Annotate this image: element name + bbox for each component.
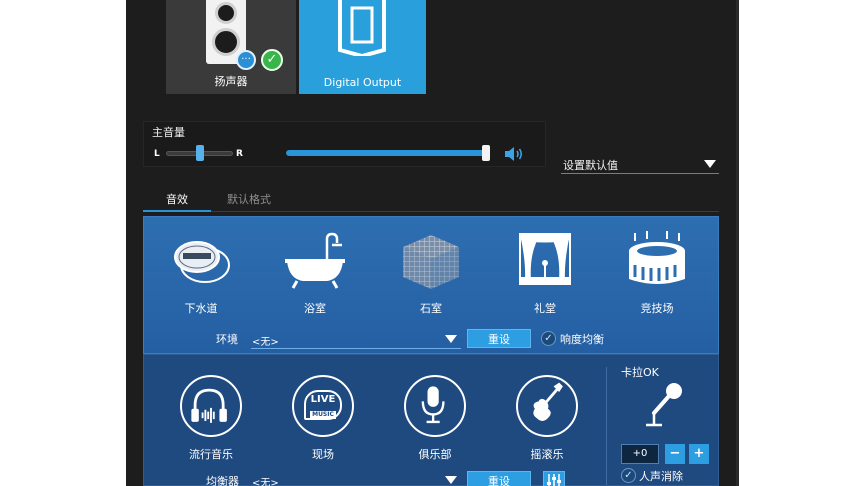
karaoke-key-plus-button[interactable]: + bbox=[689, 444, 709, 464]
headphones-icon bbox=[191, 388, 227, 423]
karaoke-divider bbox=[606, 367, 607, 485]
karaoke-microphone-icon bbox=[646, 383, 682, 427]
audio-manager-window: ··· ✓ 扬声器 Digital Output 主音量 L R 设置默认值 音… bbox=[126, 0, 739, 486]
environment-reset-button[interactable]: 重设 bbox=[467, 329, 531, 348]
music-rock[interactable]: 摇滚乐 bbox=[507, 375, 587, 462]
music-rock-label: 摇滚乐 bbox=[530, 448, 564, 461]
vocal-cancel-label: 人声消除 bbox=[639, 470, 683, 483]
loudness-equalization-checkbox[interactable]: ✓ bbox=[541, 331, 556, 346]
environment-sewer[interactable]: 下水道 bbox=[163, 231, 239, 315]
volume-slider-track[interactable] bbox=[286, 150, 488, 156]
equalizer-dropdown[interactable]: <无> bbox=[251, 472, 461, 486]
environment-dropdown-value: <无> bbox=[252, 337, 279, 348]
chevron-down-icon bbox=[445, 476, 457, 484]
environment-auditorium[interactable]: 礼堂 bbox=[507, 231, 583, 315]
window-right-edge bbox=[736, 0, 739, 486]
music-live[interactable]: LIVE MUSIC 现场 bbox=[283, 375, 363, 462]
karaoke-key-minus-button[interactable]: − bbox=[665, 444, 685, 464]
vocal-cancel-checkbox[interactable]: ✓ bbox=[621, 468, 636, 483]
environment-panel: 下水道 浴室 石室 礼堂 竞技场 环境 <无> 重设 ✓ 响度均衡 bbox=[143, 216, 719, 354]
environment-bathroom[interactable]: 浴室 bbox=[277, 231, 353, 315]
equalizer-label: 均衡器 bbox=[206, 475, 239, 486]
balance-left-label: L bbox=[154, 149, 160, 159]
device-tile-speaker[interactable]: ··· ✓ 扬声器 bbox=[166, 0, 296, 94]
volume-slider-thumb[interactable] bbox=[482, 145, 490, 161]
device-tile-digital-output[interactable]: Digital Output bbox=[299, 0, 426, 94]
chat-bubble-icon: ··· bbox=[236, 50, 256, 70]
environment-auditorium-label: 礼堂 bbox=[534, 302, 556, 315]
digital-output-icon bbox=[338, 0, 386, 56]
music-club-label: 俱乐部 bbox=[418, 448, 452, 461]
speaker-label: 扬声器 bbox=[214, 75, 248, 88]
live-badge-text: LIVE bbox=[310, 394, 336, 405]
balance-right-label: R bbox=[236, 149, 243, 159]
digital-output-label: Digital Output bbox=[323, 76, 402, 89]
equalizer-sliders-icon bbox=[547, 474, 561, 486]
bathtub-icon bbox=[285, 232, 345, 289]
environment-arena-label: 竞技场 bbox=[640, 302, 674, 315]
environment-arena[interactable]: 竞技场 bbox=[619, 231, 695, 315]
equalizer-dropdown-value: <无> bbox=[252, 478, 279, 486]
sewer-pipe-icon bbox=[174, 241, 230, 283]
preset-dropdown-value: 设置默认值 bbox=[563, 159, 618, 172]
tab-bar: 音效 默认格式 bbox=[143, 192, 719, 212]
chevron-down-icon bbox=[704, 160, 716, 168]
balance-slider-thumb[interactable] bbox=[195, 145, 204, 161]
music-badge-text: MUSIC bbox=[310, 411, 336, 419]
tab-sound-effects[interactable]: 音效 bbox=[143, 192, 211, 212]
music-pop[interactable]: 流行音乐 bbox=[171, 375, 251, 462]
tab-default-format[interactable]: 默认格式 bbox=[215, 192, 283, 212]
stone-room-icon bbox=[403, 235, 459, 289]
auditorium-icon bbox=[519, 233, 571, 285]
master-volume-title: 主音量 bbox=[152, 126, 185, 139]
live-music-icon: LIVE MUSIC bbox=[292, 375, 354, 437]
environment-bathroom-label: 浴室 bbox=[304, 302, 326, 315]
volume-slider-fill bbox=[286, 150, 488, 156]
environment-label: 环境 bbox=[216, 333, 238, 346]
electric-guitar-icon bbox=[533, 382, 563, 421]
preset-dropdown[interactable]: 设置默认值 bbox=[561, 155, 719, 174]
microphone-icon bbox=[421, 386, 445, 424]
karaoke-key-value[interactable]: +0 bbox=[621, 444, 659, 464]
environment-sewer-label: 下水道 bbox=[184, 302, 218, 315]
environment-stone-room-label: 石室 bbox=[420, 302, 442, 315]
stadium-icon bbox=[629, 231, 685, 284]
music-live-label: 现场 bbox=[312, 448, 334, 461]
music-panel: 流行音乐 LIVE MUSIC 现场 俱乐部 摇滚乐 卡拉OK +0 − + ✓… bbox=[143, 354, 719, 486]
equalizer-reset-button[interactable]: 重设 bbox=[467, 471, 531, 486]
music-club[interactable]: 俱乐部 bbox=[395, 375, 475, 462]
environment-dropdown[interactable]: <无> bbox=[251, 331, 461, 349]
equalizer-settings-button[interactable] bbox=[543, 471, 565, 486]
speaker-volume-icon[interactable] bbox=[504, 146, 524, 162]
environment-stone-room[interactable]: 石室 bbox=[393, 231, 469, 315]
loudness-equalization-label: 响度均衡 bbox=[560, 333, 604, 346]
karaoke-title: 卡拉OK bbox=[621, 366, 659, 379]
music-pop-label: 流行音乐 bbox=[189, 448, 233, 461]
checkmark-icon: ✓ bbox=[261, 49, 283, 71]
master-volume-panel: 主音量 L R bbox=[143, 121, 546, 167]
chevron-down-icon bbox=[445, 335, 457, 343]
